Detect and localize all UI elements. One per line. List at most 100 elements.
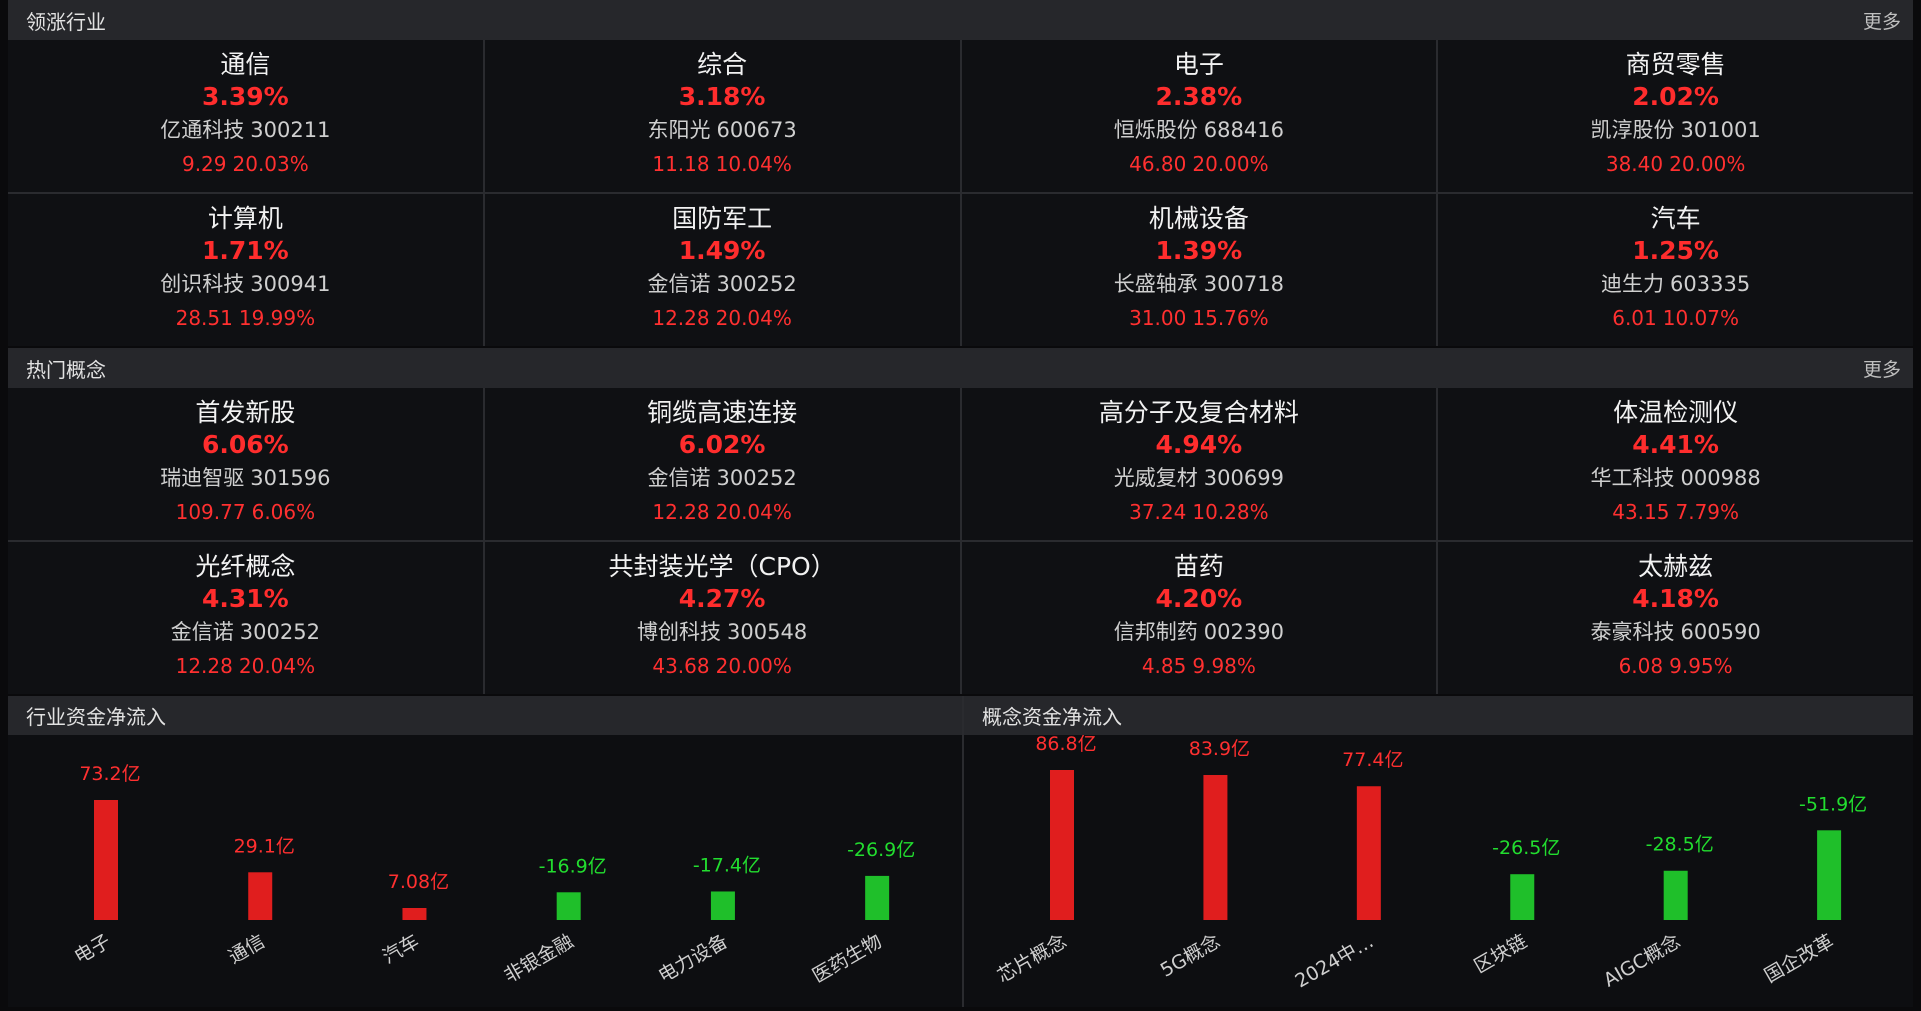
sector-change-pct: 1.71% <box>202 236 289 265</box>
lead-stock-name: 金信诺 <box>170 620 234 644</box>
lead-stock-quote: 12.28 20.04% <box>649 496 795 528</box>
leading-industry-more-link[interactable]: 更多 <box>1863 7 1901 34</box>
lead-stock-change: 10.28% <box>1192 500 1269 524</box>
lead-stock-price: 6.01 <box>1612 306 1657 330</box>
leading-card[interactable]: 电子 2.38% 恒烁股份 688416 46.80 20.00% <box>961 40 1437 192</box>
lead-stock-name: 恒烁股份 <box>1113 118 1198 142</box>
lead-stock-price: 31.00 <box>1129 306 1187 330</box>
flow-category-label: 非银金融 <box>500 930 577 987</box>
sector-name: 计算机 <box>207 204 283 233</box>
lead-stock-quote: 12.28 20.04% <box>649 302 795 334</box>
lead-stock-change: 20.00% <box>1192 152 1269 176</box>
hot-concept-header: 热门概念 更多 <box>8 348 1913 388</box>
leading-card[interactable]: 国防军工 1.49% 金信诺 300252 12.28 20.04% <box>484 194 960 346</box>
flow-value-label: -26.9亿 <box>847 839 915 861</box>
sector-change-pct: 3.39% <box>202 82 289 111</box>
concepts-card[interactable]: 体温检测仪 4.41% 华工科技 000988 43.15 7.79% <box>1438 388 1913 540</box>
lead-stock-code: 603335 <box>1670 272 1751 296</box>
lead-stock: 亿通科技 300211 <box>157 112 333 148</box>
lead-stock-name: 泰豪科技 <box>1590 620 1675 644</box>
flow-bar[interactable] <box>94 800 118 920</box>
lead-stock-quote: 28.51 19.99% <box>173 302 319 334</box>
flow-bar[interactable] <box>402 908 427 920</box>
flow-bar[interactable] <box>710 891 735 920</box>
sector-name: 高分子及复合材料 <box>1098 398 1299 427</box>
lead-stock-name: 瑞迪智驱 <box>160 466 245 490</box>
hot-concept-more-link[interactable]: 更多 <box>1863 355 1901 382</box>
lead-stock-name: 亿通科技 <box>160 118 245 142</box>
concepts-card[interactable]: 苗药 4.20% 信邦制药 002390 4.85 9.98% <box>961 542 1437 694</box>
concept-flow-chart: 86.8亿芯片概念 83.9亿 5G概念 77.4亿 2024中… -26.5亿区块链 -2… <box>993 733 1867 993</box>
concepts-card[interactable]: 高分子及复合材料 4.94% 光威复材 300699 37.24 10.28% <box>961 388 1437 540</box>
sector-change-pct: 4.18% <box>1632 584 1719 613</box>
hot-concept-title: 热门概念 <box>26 357 106 382</box>
flow-bar[interactable] <box>1510 874 1535 920</box>
concepts-card[interactable]: 光纤概念 4.31% 金信诺 300252 12.28 20.04% <box>8 542 483 694</box>
concepts-card[interactable]: 太赫兹 4.18% 泰豪科技 600590 6.08 9.95% <box>1438 542 1913 694</box>
flow-bar[interactable] <box>248 872 273 920</box>
lead-stock-change: 15.76% <box>1192 306 1269 330</box>
lead-stock: 光威复材 300699 <box>1111 460 1287 496</box>
lead-stock-change: 10.04% <box>715 152 792 176</box>
lead-stock-price: 6.08 <box>1618 654 1664 678</box>
lead-stock: 金信诺 300252 <box>645 460 800 496</box>
lead-stock-name: 长盛轴承 <box>1113 272 1198 296</box>
lead-stock-price: 28.51 <box>175 306 233 330</box>
sector-name: 苗药 <box>1173 552 1224 581</box>
lead-stock-change: 20.04% <box>715 306 792 330</box>
lead-stock-code: 300211 <box>250 118 331 142</box>
lead-stock-code: 600673 <box>716 118 797 142</box>
concepts-card[interactable]: 铜缆高速连接 6.02% 金信诺 300252 12.28 20.04% <box>484 388 960 540</box>
flow-value-label: 83.9亿 <box>1189 738 1250 760</box>
leading-card[interactable]: 通信 3.39% 亿通科技 300211 9.29 20.03% <box>8 40 483 192</box>
flow-bar[interactable] <box>1817 830 1842 920</box>
sector-change-pct: 1.39% <box>1155 236 1243 265</box>
flow-value-label: -51.9亿 <box>1799 793 1867 815</box>
concepts-card[interactable]: 共封装光学（CPO） 4.27% 博创科技 300548 43.68 20.00% <box>484 542 960 694</box>
lead-stock-name: 凯淳股份 <box>1590 118 1675 142</box>
lead-stock-price: 12.28 <box>652 306 710 330</box>
flow-bar[interactable] <box>865 875 890 920</box>
lead-stock-name: 信邦制药 <box>1113 620 1198 644</box>
lead-stock-code: 000988 <box>1680 466 1761 490</box>
sector-change-pct: 4.94% <box>1155 430 1243 459</box>
flow-bar[interactable] <box>1663 870 1688 920</box>
lead-stock-quote: 46.80 20.00% <box>1126 148 1272 180</box>
lead-stock-code: 301001 <box>1680 118 1761 142</box>
flow-value-label: 73.2亿 <box>79 763 140 785</box>
lead-stock-change: 20.04% <box>238 654 316 678</box>
leading-card[interactable]: 汽车 1.25% 迪生力 603335 6.01 10.07% <box>1438 194 1913 346</box>
concepts-card[interactable]: 首发新股 6.06% 瑞迪智驱 301596 109.77 6.06% <box>8 388 483 540</box>
flow-value-label: -17.4亿 <box>693 854 761 876</box>
concept-flow-panel: 86.8亿 芯片概念 83.9亿 5G概念 77.4亿 2024中… -26.5亿 区块链 -2… <box>964 733 1913 1007</box>
flow-category-label: 芯片概念 <box>993 929 1070 987</box>
lead-stock-change: 9.95% <box>1669 654 1733 678</box>
sector-name: 铜缆高速连接 <box>647 398 798 427</box>
lead-stock-quote: 6.08 9.95% <box>1616 650 1736 682</box>
lead-stock-price: 38.40 <box>1605 152 1664 176</box>
lead-stock: 信邦制药 002390 <box>1111 614 1287 650</box>
lead-stock-change: 10.07% <box>1662 306 1740 330</box>
flow-category-label: 电力设备 <box>655 930 732 987</box>
lead-stock-name: 金信诺 <box>647 272 711 296</box>
sector-change-pct: 2.38% <box>1155 82 1243 111</box>
lead-stock-quote: 6.01 10.07% <box>1609 302 1742 334</box>
leading-card[interactable]: 机械设备 1.39% 长盛轴承 300718 31.00 15.76% <box>961 194 1437 346</box>
flow-bar[interactable] <box>1203 775 1228 920</box>
lead-stock-change: 7.79% <box>1675 500 1740 524</box>
lead-stock-code: 300252 <box>716 466 797 490</box>
lead-stock-name: 金信诺 <box>647 466 711 490</box>
flow-bar[interactable] <box>556 892 581 920</box>
lead-stock: 恒烁股份 688416 <box>1111 112 1287 148</box>
leading-card[interactable]: 商贸零售 2.02% 凯淳股份 301001 38.40 20.00% <box>1438 40 1913 192</box>
lead-stock-quote: 43.68 20.00% <box>649 650 795 682</box>
flow-category-label: 区块链 <box>1470 930 1530 978</box>
flow-bar[interactable] <box>1050 770 1074 920</box>
leading-industry-header: 领涨行业 更多 <box>8 0 1913 40</box>
leading-card[interactable]: 综合 3.18% 东阳光 600673 11.18 10.04% <box>484 40 960 192</box>
lead-stock-price: 9.29 <box>181 152 227 176</box>
leading-card[interactable]: 计算机 1.71% 创识科技 300941 28.51 19.99% <box>8 194 483 346</box>
flow-bar[interactable] <box>1356 786 1381 920</box>
lead-stock-code: 300252 <box>716 272 797 296</box>
concept-flow-header: 概念资金净流入 <box>964 696 1913 735</box>
